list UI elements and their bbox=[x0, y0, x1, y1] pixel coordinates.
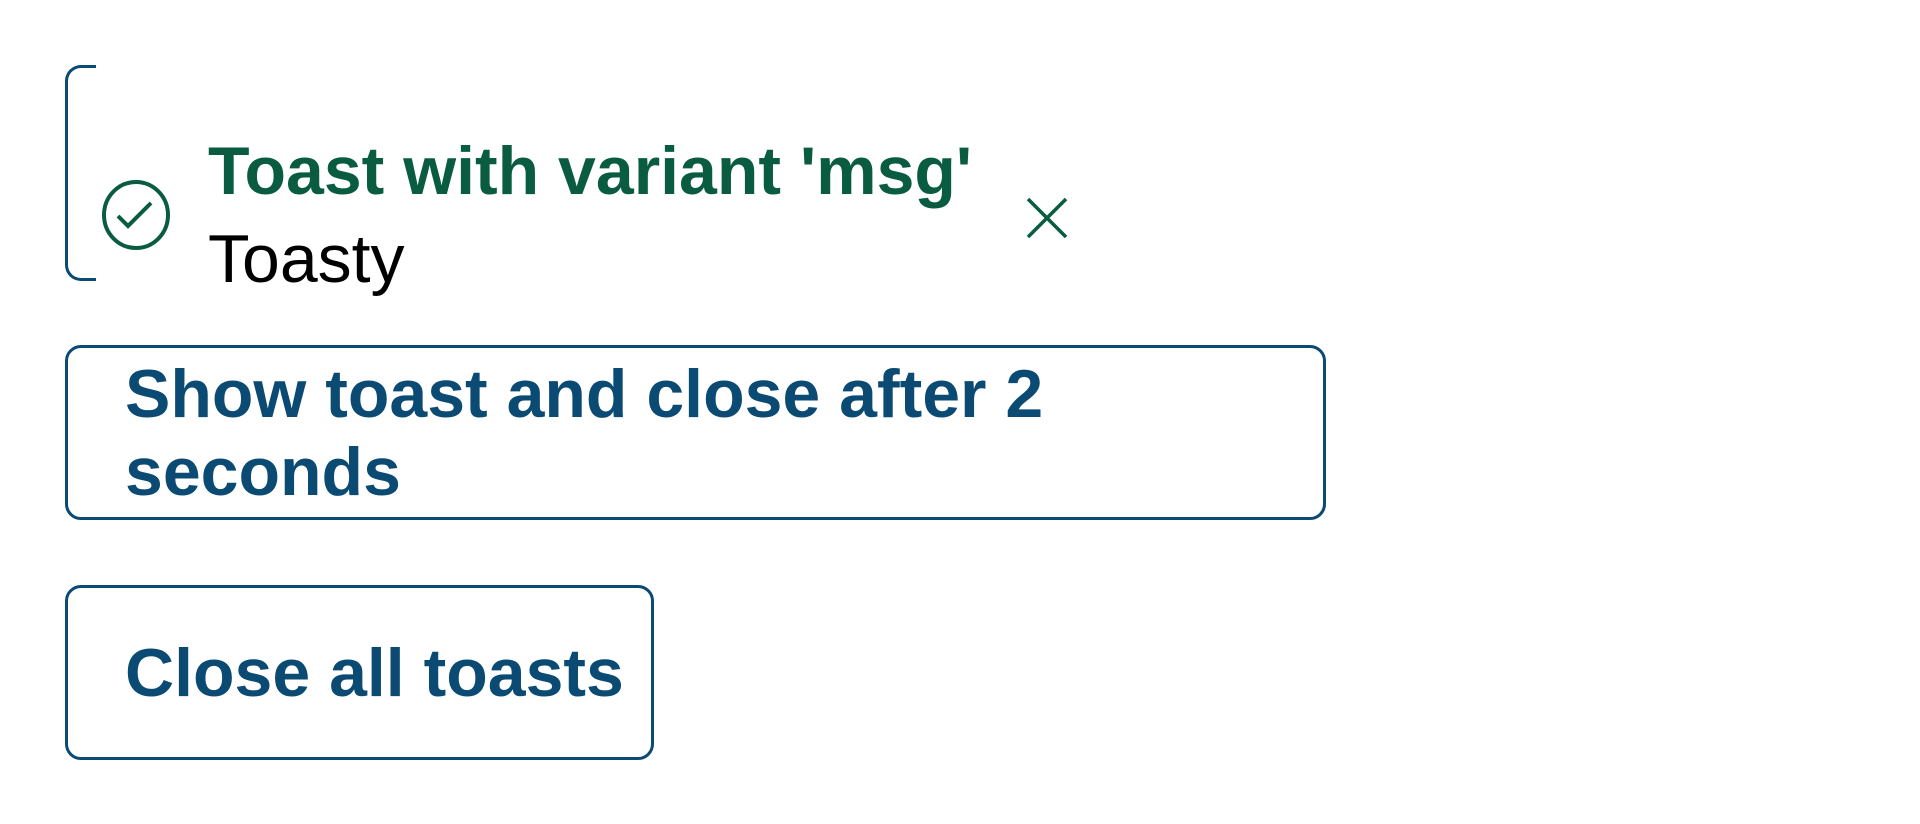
show-toast-timed-button[interactable]: Show toast and close after 2 seconds bbox=[65, 345, 1326, 520]
toast-border bbox=[65, 65, 96, 281]
toast-body: Toasty bbox=[208, 221, 405, 297]
close-all-toasts-button[interactable]: Close all toasts bbox=[65, 585, 654, 760]
toast-title: Toast with variant 'msg' bbox=[208, 133, 973, 209]
toast: Toast with variant 'msg' Toasty bbox=[65, 65, 1068, 293]
check-circle-icon bbox=[102, 180, 170, 250]
close-icon[interactable] bbox=[1025, 196, 1069, 240]
